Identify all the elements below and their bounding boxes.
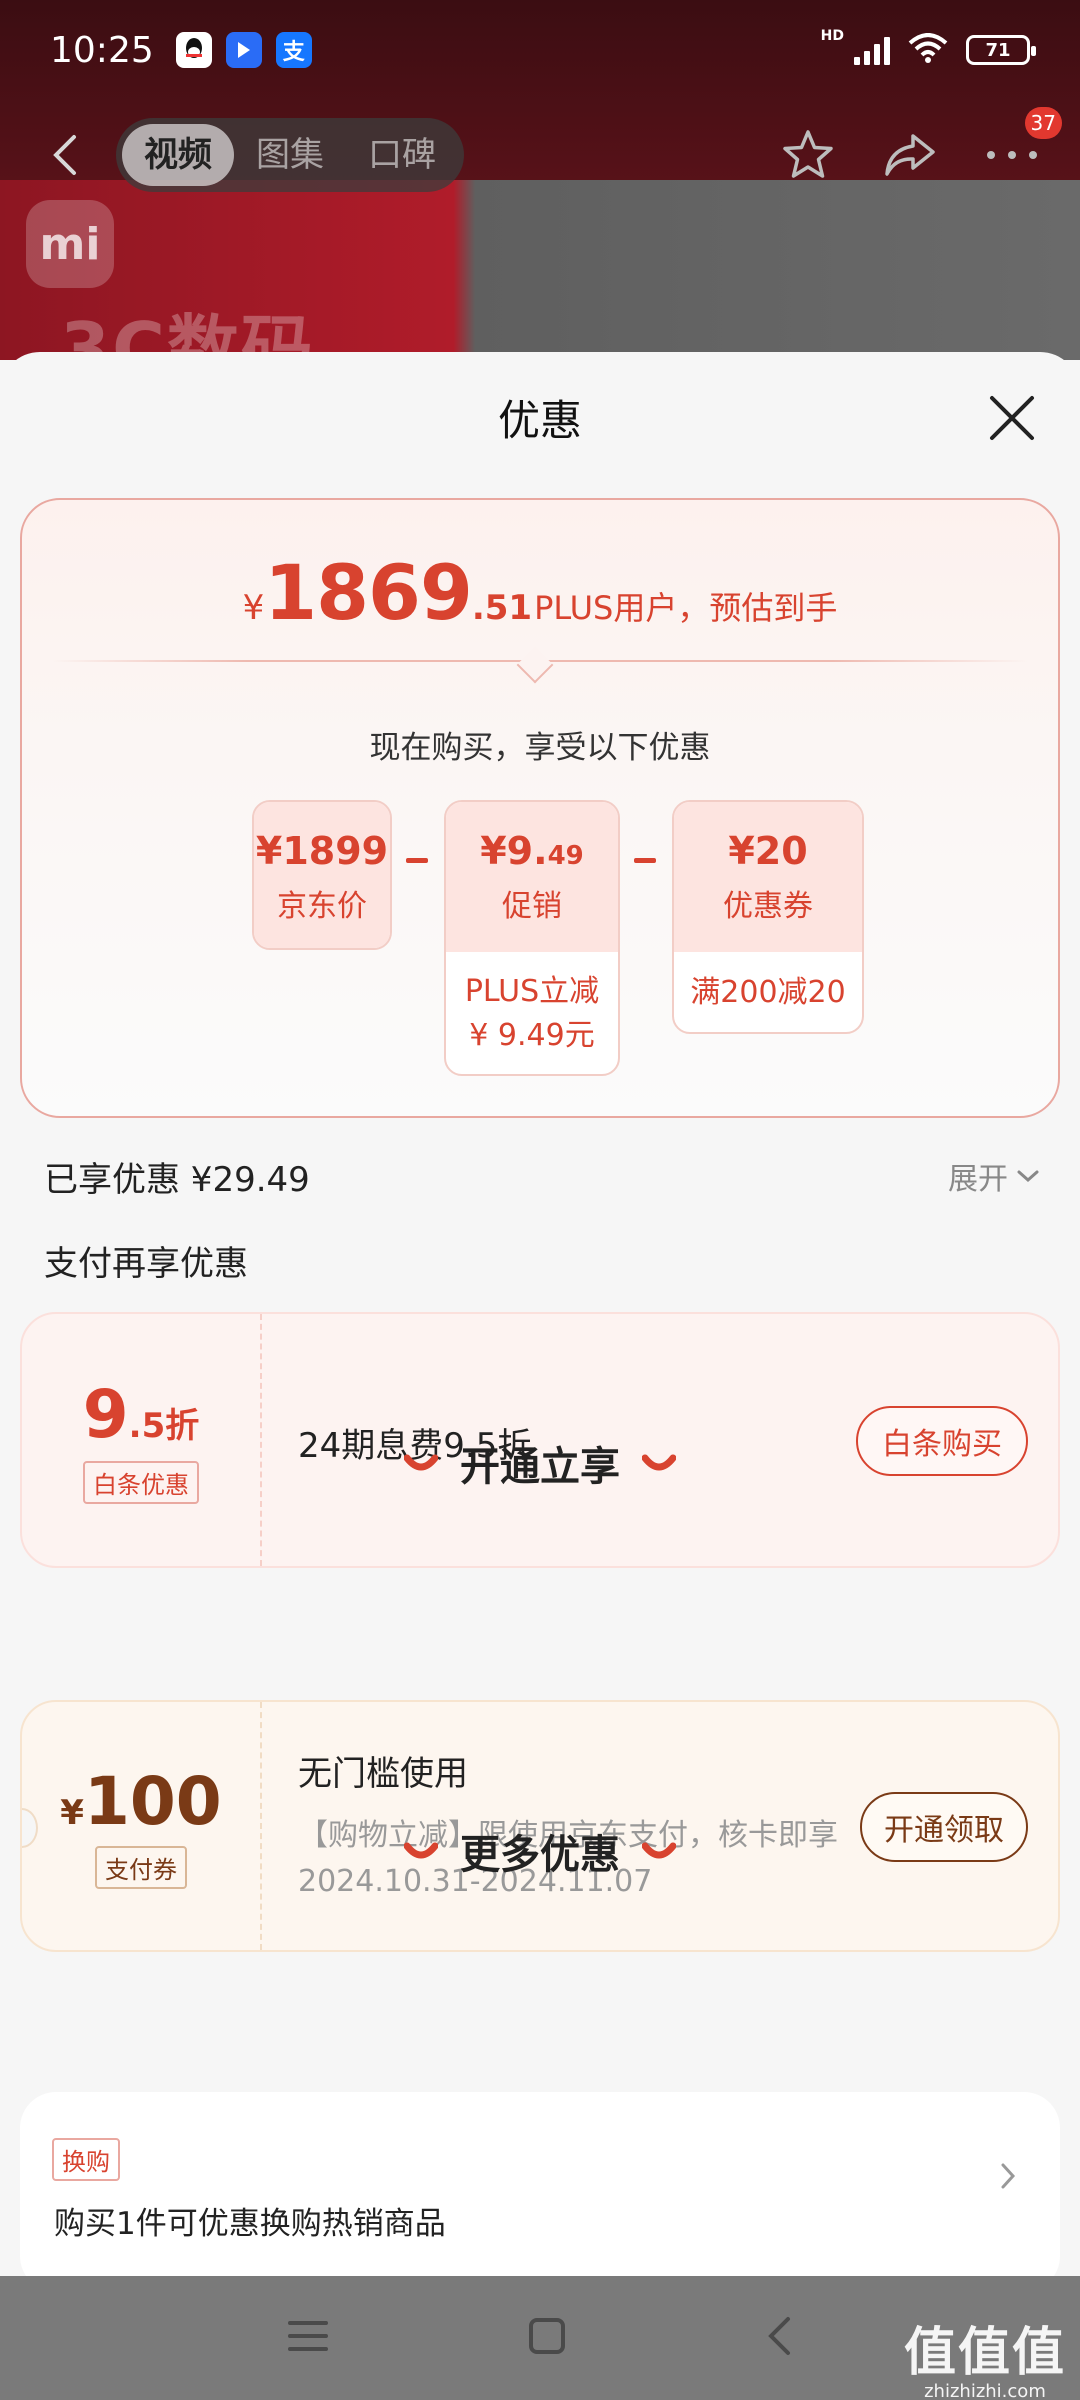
watermark: 值值值 zhizhizhi.com [904,2310,1066,2400]
status-bar: 10:25 支 HD 71 [0,0,1080,100]
section-more-text: 更多优惠 [460,1832,620,1878]
battery-icon: 71 [966,35,1036,65]
tab-video[interactable]: 视频 [122,124,234,186]
jd-price-label: 京东价 [277,889,367,924]
tab-gallery[interactable]: 图集 [234,124,346,186]
enjoy-text: 现在购买，享受以下优惠 [369,730,711,766]
discount-sheet: 优惠 ¥1869.51PLUS用户，预估到手 现在购买，享受以下优惠 ¥1899… [0,352,1080,2280]
coupon-top: ¥20 优惠券 [674,802,862,952]
promotion-box: ¥9.49 促销 PLUS立减 ¥ 9.49元 [444,800,620,1076]
minus-operator [634,858,656,863]
price-currency: ¥ [242,588,265,628]
content-tabs: 视频 图集 口碑 [116,118,464,192]
expand-label: 展开 [948,1162,1008,1197]
coupon-detail: 满200减20 [674,952,862,1032]
battery-level: 71 [985,39,1011,61]
close-icon[interactable] [984,390,1040,446]
coupon-detail-line1: 满200减20 [690,975,846,1010]
section-open-text: 开通立享 [460,1444,620,1490]
smile-curve-icon [642,1454,676,1471]
more-menu-icon[interactable]: 37 [984,107,1062,183]
alipay-icon: 支 [275,32,312,68]
signal-icon [854,35,890,65]
smile-curve-icon [404,1454,438,1471]
jd-price-amount: ¥1899 [255,829,389,873]
chevron-down-icon [1017,1170,1039,1183]
top-nav: 视频 图集 口碑 37 [0,107,1080,200]
sheet-title: 优惠 [497,395,582,445]
trade-in-text: 购买1件可优惠换购热销商品 [54,2206,446,2242]
smile-curve-icon [404,1842,438,1859]
brand-logo: mi [26,200,114,288]
promotion-amount: ¥9.49 [480,829,584,873]
price-integer: 1869 [264,548,473,637]
promotion-detail-line1: PLUS立减 [464,974,600,1009]
coupon-title: 无门槛使用 [298,1754,468,1794]
message-badge: 37 [1024,107,1062,139]
favorite-star-icon[interactable] [780,127,836,183]
sheet-header: 优惠 [0,352,1080,482]
divider-notch [516,646,554,684]
smile-curve-icon [642,1842,676,1859]
price-decimal: .51 [471,588,533,628]
expand-button[interactable]: 展开 [948,1154,1040,1198]
jd-price-box: ¥1899 京东价 [252,800,392,950]
promotion-detail: PLUS立减 ¥ 9.49元 [446,952,618,1074]
trade-in-tag: 换购 [52,2138,120,2181]
watermark-logo: 值值值 [903,2323,1066,2383]
home-icon[interactable] [528,2317,566,2359]
back-arrow-icon [53,135,76,175]
minus-operator [406,858,428,863]
enjoyed-discount-text: 已享优惠 ¥29.49 [44,1160,310,1200]
promotion-detail-line2: ¥ 9.49元 [469,1018,595,1053]
back-button[interactable] [40,125,88,185]
promotion-label: 促销 [502,889,562,924]
coupon-label: 优惠券 [723,889,813,924]
watermark-url: zhizhizhi.com [924,2381,1046,2400]
coupon-amount: ¥20 [728,829,808,873]
price-note: PLUS用户，预估到手 [534,589,838,627]
share-icon[interactable] [882,127,938,183]
tab-reviews[interactable]: 口碑 [346,124,458,186]
promotion-top: ¥9.49 促销 [446,802,618,952]
trade-in-offer-card[interactable]: 换购 购买1件可优惠换购热销商品 [20,2092,1060,2280]
chevron-right-icon [1001,2163,1016,2189]
jd-price-top: ¥1899 京东价 [254,802,390,948]
hd-indicator: HD [820,28,844,44]
status-time: 10:25 [50,29,154,71]
section-open-heading: 开通立享 [0,1434,1080,1492]
estimated-price-card: ¥1869.51PLUS用户，预估到手 现在购买，享受以下优惠 ¥1899 京东… [20,498,1060,1118]
qq-icon [175,32,212,68]
wifi-icon [908,33,948,67]
tiny-app-icon [225,32,262,68]
menu-icon[interactable] [288,2319,328,2357]
estimated-price: ¥1869.51PLUS用户，预估到手 [22,548,1058,637]
back-icon[interactable] [766,2316,792,2360]
coupon-box: ¥20 优惠券 满200减20 [672,800,864,1034]
payment-discount-title: 支付再享优惠 [44,1244,248,1284]
section-more-heading: 更多优惠 [0,1822,1080,1880]
